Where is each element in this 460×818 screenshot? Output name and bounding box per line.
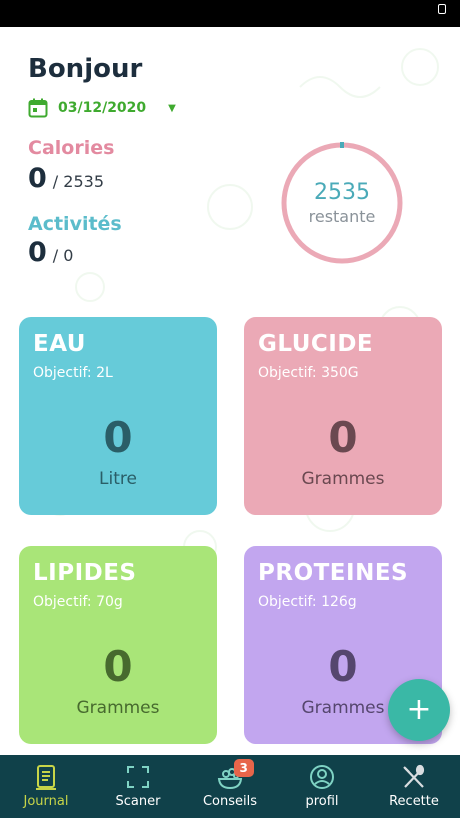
tab-scaner[interactable]: Scaner (92, 755, 184, 818)
remaining-calories: 2535 restante (280, 141, 404, 265)
notification-badge: 3 (233, 759, 254, 777)
bottom-tab-bar: Journal Scaner 3 Conseils profil Recette (0, 755, 460, 818)
greeting-title: Bonjour (28, 54, 143, 84)
card-title: LIPIDES (33, 560, 137, 586)
add-button[interactable]: + (388, 679, 450, 741)
tab-profil[interactable]: profil (276, 755, 368, 818)
tab-conseils[interactable]: 3 Conseils (184, 755, 276, 818)
card-value: 0 (103, 413, 133, 462)
calories-label: Calories (28, 137, 115, 159)
card-goal: Objectif: 350G (258, 365, 359, 381)
date-value: 03/12/2020 (58, 100, 147, 116)
card-title: PROTEINES (258, 560, 409, 586)
calories-goal: / 2535 (52, 172, 104, 191)
card-goal: Objectif: 70g (33, 594, 123, 610)
calories-value: 0 / 2535 (28, 163, 104, 194)
tab-label: profil (305, 794, 339, 809)
activites-label: Activités (28, 213, 122, 235)
card-title: EAU (33, 331, 86, 357)
activites-done: 0 (28, 237, 47, 268)
calories-consumed: 0 (28, 163, 47, 194)
lipides-card[interactable]: LIPIDES Objectif: 70g 0 Grammes (19, 546, 217, 744)
tab-label: Conseils (202, 794, 258, 809)
eau-card[interactable]: EAU Objectif: 2L 0 Litre (19, 317, 217, 515)
tab-label: Journal (23, 794, 69, 809)
plus-icon: + (406, 692, 432, 727)
scan-icon (127, 766, 149, 788)
status-icon (438, 4, 446, 14)
recipe-icon (403, 764, 425, 788)
card-value: 0 (328, 413, 358, 462)
card-unit: Litre (99, 469, 137, 489)
date-picker[interactable]: 03/12/2020 ▼ (28, 97, 176, 119)
chevron-down-icon: ▼ (168, 102, 176, 114)
profile-icon (310, 765, 334, 789)
remaining-label: restante (308, 207, 376, 226)
activites-goal: / 0 (52, 246, 74, 265)
tab-label: Recette (389, 794, 439, 809)
status-bar (0, 0, 460, 27)
card-unit: Grammes (76, 698, 160, 718)
card-goal: Objectif: 2L (33, 365, 113, 381)
journal-icon (36, 765, 56, 790)
card-title: GLUCIDE (258, 331, 374, 357)
card-value: 0 (103, 642, 133, 691)
calendar-icon (28, 98, 48, 118)
glucide-card[interactable]: GLUCIDE Objectif: 350G 0 Grammes (244, 317, 442, 515)
card-unit: Grammes (301, 469, 385, 489)
card-goal: Objectif: 126g (258, 594, 357, 610)
tab-recette[interactable]: Recette (368, 755, 460, 818)
activites-value: 0 / 0 (28, 237, 73, 268)
tab-journal[interactable]: Journal (0, 755, 92, 818)
journal-screen: Bonjour 03/12/2020 ▼ Calories 0 / 2535 A… (0, 27, 460, 755)
remaining-value: 2535 (314, 180, 370, 205)
tab-label: Scaner (115, 794, 161, 809)
